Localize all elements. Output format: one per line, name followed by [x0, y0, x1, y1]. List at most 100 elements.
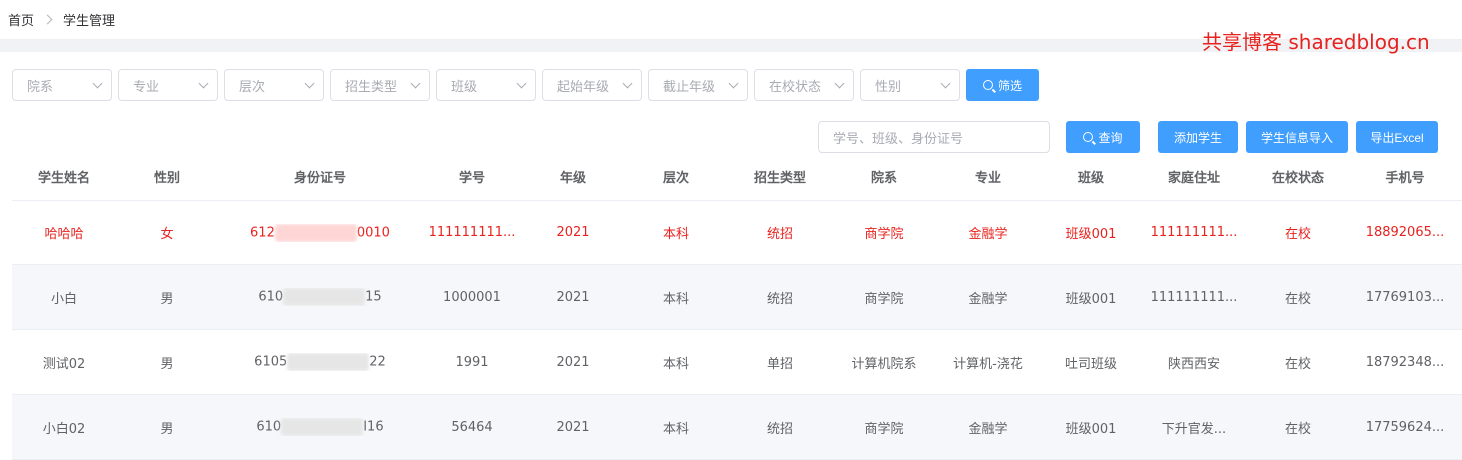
cell-level: 本科	[662, 421, 689, 437]
filter-start-grade-select[interactable]: 起始年级	[542, 69, 642, 101]
cell-gender: 男	[160, 421, 174, 437]
redacted-mask	[274, 223, 357, 242]
cell-id-number: 612 0010	[218, 223, 422, 242]
filter-status-select[interactable]: 在校状态	[754, 69, 854, 101]
cell-dept: 商学院	[864, 291, 904, 307]
cell-phone: 17759624...	[1365, 419, 1445, 435]
cell-grade: 2021	[556, 419, 590, 435]
id-prefix: 610	[256, 419, 282, 435]
filter-gender-select[interactable]: 性别	[860, 69, 960, 101]
filter-major-select[interactable]: 专业	[118, 69, 218, 101]
cell-grade: 2021	[556, 225, 590, 240]
cell-name: 小白02	[42, 421, 86, 437]
cell-enroll: 单招	[766, 356, 793, 372]
column-header: 手机号	[1385, 170, 1425, 186]
cell-major: 计算机-浇花	[953, 356, 1023, 372]
id-suffix: I16	[363, 419, 384, 435]
search-icon	[1083, 132, 1094, 142]
cell-level: 本科	[662, 356, 689, 372]
cell-dept: 计算机院系	[851, 356, 917, 372]
query-button[interactable]: 查询	[1066, 121, 1140, 153]
cell-gender: 女	[160, 227, 174, 242]
column-header: 院系	[870, 170, 897, 186]
cell-enroll: 统招	[766, 421, 793, 437]
cell-gender: 男	[160, 356, 174, 372]
cell-dept: 商学院	[864, 227, 904, 242]
column-header: 家庭住址	[1167, 170, 1220, 186]
cell-class: 吐司班级	[1064, 356, 1117, 372]
table-row[interactable]: 小白 男 610 15 1000001 2021 本科 统招 商学院 金融学 班级001 111111…	[12, 265, 1462, 330]
filter-level-select[interactable]: 层次	[224, 69, 324, 101]
export-excel-button[interactable]: 导出Excel	[1356, 121, 1438, 153]
cell-status: 在校	[1284, 227, 1311, 242]
cell-level: 本科	[662, 227, 689, 242]
cell-level: 本科	[662, 291, 689, 307]
cell-student-no: 1991	[455, 354, 489, 370]
chevron-down-icon	[92, 78, 103, 88]
cell-dept: 商学院	[864, 421, 904, 437]
search-icon	[982, 80, 993, 90]
chevron-right-icon	[42, 14, 53, 25]
column-header: 学生姓名	[37, 170, 90, 186]
redacted-mask	[287, 353, 370, 371]
column-header: 年级	[559, 170, 586, 186]
cell-class: 班级001	[1065, 421, 1117, 437]
id-prefix: 6105	[254, 354, 288, 370]
filter-end-grade-select[interactable]: 截止年级	[648, 69, 748, 101]
chevron-down-icon	[622, 78, 633, 88]
redacted-mask	[283, 288, 366, 306]
cell-grade: 2021	[556, 289, 590, 305]
column-header: 招生类型	[753, 170, 806, 186]
cell-name: 小白	[50, 291, 77, 307]
cell-class: 班级001	[1065, 227, 1117, 242]
cell-status: 在校	[1284, 291, 1311, 307]
cell-major: 金融学	[968, 291, 1008, 307]
chevron-down-icon	[940, 78, 951, 88]
chevron-down-icon	[410, 78, 421, 88]
column-header: 班级	[1077, 170, 1104, 186]
cell-student-no: 56464	[451, 419, 493, 435]
cell-name: 哈哈哈	[44, 227, 84, 242]
id-prefix: 610	[258, 289, 284, 305]
cell-address: 下升官发...	[1161, 421, 1227, 437]
filter-class-select[interactable]: 班级	[436, 69, 536, 101]
filter-button[interactable]: 筛选	[966, 69, 1039, 101]
search-input[interactable]: 学号、班级、身份证号	[818, 121, 1050, 153]
breadcrumb-current: 学生管理	[63, 14, 116, 29]
cell-major: 金融学	[968, 421, 1008, 437]
column-header: 身份证号	[293, 170, 346, 186]
cell-phone: 17769103...	[1365, 289, 1445, 305]
cell-id-number: 610 I16	[218, 418, 422, 436]
chevron-down-icon	[516, 78, 527, 88]
table-row[interactable]: 小白02 男 610 I16 56464 2021 本科 统招 商学院 金融学 班级001 下升官发.…	[12, 395, 1462, 460]
cell-major: 金融学	[968, 227, 1008, 242]
table-row[interactable]: 哈哈哈 女 612 0010 111111111... 2021 本科 统招 商学院 金融学 班级0…	[12, 200, 1462, 265]
chevron-down-icon	[834, 78, 845, 88]
column-header: 性别	[153, 170, 180, 186]
cell-status: 在校	[1284, 356, 1311, 372]
column-header: 层次	[662, 170, 689, 186]
import-student-button[interactable]: 学生信息导入	[1246, 121, 1348, 153]
cell-id-number: 610 15	[218, 288, 422, 306]
id-prefix: 612	[250, 225, 275, 240]
column-header: 学号	[458, 170, 485, 186]
id-suffix: 15	[365, 289, 382, 305]
toolbar: 学号、班级、身份证号 查询 添加学生 学生信息导入 导出Excel	[818, 121, 1438, 153]
cell-enroll: 统招	[766, 291, 793, 307]
table-row[interactable]: 测试02 男 6105 22 1991 2021 本科 单招 计算机院系 计算机-浇花 吐司班级 陕西…	[12, 330, 1462, 395]
cell-enroll: 统招	[766, 227, 793, 242]
breadcrumb-home[interactable]: 首页	[8, 10, 34, 29]
cell-phone: 18892065...	[1365, 225, 1445, 240]
filter-dept-select[interactable]: 院系	[12, 69, 112, 101]
cell-phone: 18792348...	[1365, 354, 1445, 370]
filter-enroll-type-select[interactable]: 招生类型	[330, 69, 430, 101]
cell-student-no: 111111111...	[428, 225, 516, 240]
student-table: 学生姓名 性别 身份证号 学号 年级 层次 招生类型 院系 专业 班级 家庭住址 在校状态 手机号 哈哈…	[12, 152, 1462, 460]
cell-grade: 2021	[556, 354, 590, 370]
redacted-mask	[281, 418, 364, 436]
chevron-down-icon	[198, 78, 209, 88]
add-student-button[interactable]: 添加学生	[1158, 121, 1238, 153]
cell-id-number: 6105 22	[218, 353, 422, 371]
cell-student-no: 1000001	[443, 289, 501, 305]
cell-address: 111111111...	[1150, 225, 1238, 240]
